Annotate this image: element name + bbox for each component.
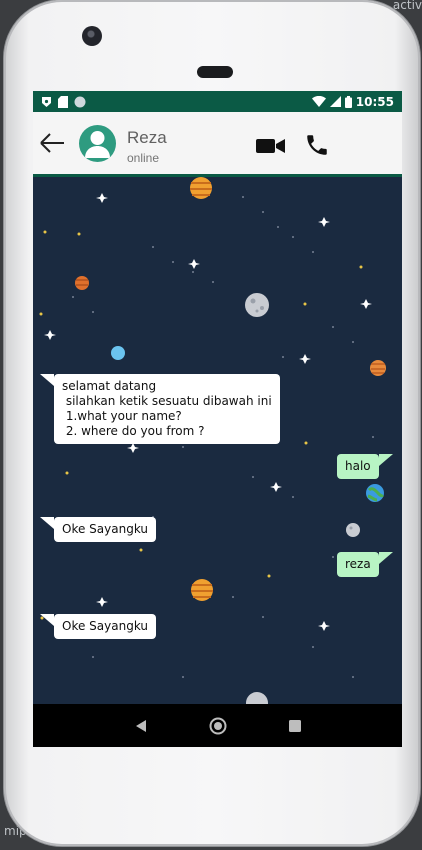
contact-status: online: [127, 151, 160, 165]
background-ide-text: activ: [392, 0, 422, 12]
person-icon: [85, 131, 110, 158]
front-camera: [82, 26, 102, 46]
video-camera-icon[interactable]: [256, 136, 286, 156]
notification-shield-icon: [42, 96, 51, 107]
message-outgoing-reza[interactable]: reza: [337, 552, 393, 577]
phone-frame: 10:55 Reza online selamat datang silahka…: [4, 0, 420, 846]
avatar[interactable]: [79, 125, 116, 162]
phone-screen: 10:55 Reza online selamat datang silahka…: [33, 91, 402, 747]
chat-header: Reza online: [33, 112, 402, 177]
sd-card-icon: [58, 95, 68, 108]
phone-icon[interactable]: [304, 132, 330, 158]
cell-signal-icon: [329, 96, 341, 107]
nav-recents-icon[interactable]: [289, 719, 302, 732]
earpiece-speaker: [197, 66, 233, 78]
chat-area[interactable]: selamat datang silahkan ketik sesuatu di…: [33, 177, 402, 704]
message-incoming-welcome[interactable]: selamat datang silahkan ketik sesuatu di…: [40, 374, 280, 444]
battery-icon: [344, 95, 352, 108]
circle-status-icon: [74, 96, 86, 107]
message-outgoing-halo[interactable]: halo: [337, 454, 393, 479]
status-time: 10:55: [355, 94, 394, 109]
navigation-bar: [33, 704, 402, 747]
status-bar: 10:55: [33, 91, 402, 112]
nav-home-icon[interactable]: [209, 717, 227, 735]
wifi-icon: [311, 96, 326, 107]
arrow-left-icon[interactable]: [37, 128, 67, 158]
message-incoming-oke-2[interactable]: Oke Sayangku: [40, 614, 156, 639]
nav-back-icon[interactable]: [134, 719, 148, 733]
contact-name: Reza: [127, 128, 167, 147]
message-incoming-oke-1[interactable]: Oke Sayangku: [40, 517, 156, 542]
